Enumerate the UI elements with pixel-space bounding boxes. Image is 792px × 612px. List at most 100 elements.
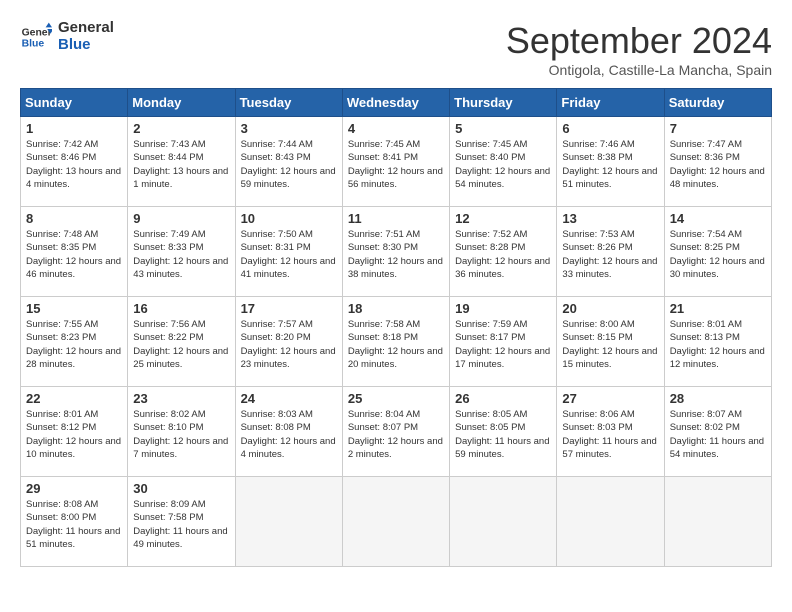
day-info: Sunrise: 8:01 AM Sunset: 8:13 PM Dayligh… [670, 318, 766, 371]
calendar-week-3: 15 Sunrise: 7:55 AM Sunset: 8:23 PM Dayl… [21, 297, 772, 387]
calendar-cell: 25 Sunrise: 8:04 AM Sunset: 8:07 PM Dayl… [342, 387, 449, 477]
day-info: Sunrise: 8:01 AM Sunset: 8:12 PM Dayligh… [26, 408, 122, 461]
day-info: Sunrise: 7:45 AM Sunset: 8:40 PM Dayligh… [455, 138, 551, 191]
day-info: Sunrise: 7:55 AM Sunset: 8:23 PM Dayligh… [26, 318, 122, 371]
calendar-cell: 19 Sunrise: 7:59 AM Sunset: 8:17 PM Dayl… [450, 297, 557, 387]
day-info: Sunrise: 7:49 AM Sunset: 8:33 PM Dayligh… [133, 228, 229, 281]
calendar-title: September 2024 [506, 20, 772, 62]
calendar-cell: 28 Sunrise: 8:07 AM Sunset: 8:02 PM Dayl… [664, 387, 771, 477]
day-info: Sunrise: 8:04 AM Sunset: 8:07 PM Dayligh… [348, 408, 444, 461]
calendar-cell: 20 Sunrise: 8:00 AM Sunset: 8:15 PM Dayl… [557, 297, 664, 387]
calendar-cell: 18 Sunrise: 7:58 AM Sunset: 8:18 PM Dayl… [342, 297, 449, 387]
day-number: 22 [26, 391, 122, 406]
day-info: Sunrise: 7:59 AM Sunset: 8:17 PM Dayligh… [455, 318, 551, 371]
day-info: Sunrise: 7:52 AM Sunset: 8:28 PM Dayligh… [455, 228, 551, 281]
day-info: Sunrise: 8:03 AM Sunset: 8:08 PM Dayligh… [241, 408, 337, 461]
day-number: 2 [133, 121, 229, 136]
day-number: 11 [348, 211, 444, 226]
calendar-week-5: 29 Sunrise: 8:08 AM Sunset: 8:00 PM Dayl… [21, 477, 772, 567]
day-info: Sunrise: 7:54 AM Sunset: 8:25 PM Dayligh… [670, 228, 766, 281]
day-info: Sunrise: 7:46 AM Sunset: 8:38 PM Dayligh… [562, 138, 658, 191]
calendar-week-2: 8 Sunrise: 7:48 AM Sunset: 8:35 PM Dayli… [21, 207, 772, 297]
day-info: Sunrise: 8:05 AM Sunset: 8:05 PM Dayligh… [455, 408, 551, 461]
day-number: 5 [455, 121, 551, 136]
weekday-header-sunday: Sunday [21, 89, 128, 117]
day-info: Sunrise: 7:57 AM Sunset: 8:20 PM Dayligh… [241, 318, 337, 371]
day-info: Sunrise: 8:07 AM Sunset: 8:02 PM Dayligh… [670, 408, 766, 461]
weekday-header-row: SundayMondayTuesdayWednesdayThursdayFrid… [21, 89, 772, 117]
day-number: 23 [133, 391, 229, 406]
calendar-table: SundayMondayTuesdayWednesdayThursdayFrid… [20, 88, 772, 567]
day-number: 19 [455, 301, 551, 316]
calendar-cell: 29 Sunrise: 8:08 AM Sunset: 8:00 PM Dayl… [21, 477, 128, 567]
day-number: 25 [348, 391, 444, 406]
calendar-cell: 15 Sunrise: 7:55 AM Sunset: 8:23 PM Dayl… [21, 297, 128, 387]
weekday-header-monday: Monday [128, 89, 235, 117]
weekday-header-saturday: Saturday [664, 89, 771, 117]
svg-text:Blue: Blue [22, 38, 45, 49]
calendar-cell [557, 477, 664, 567]
calendar-cell: 30 Sunrise: 8:09 AM Sunset: 7:58 PM Dayl… [128, 477, 235, 567]
day-info: Sunrise: 7:56 AM Sunset: 8:22 PM Dayligh… [133, 318, 229, 371]
calendar-body: 1 Sunrise: 7:42 AM Sunset: 8:46 PM Dayli… [21, 117, 772, 567]
weekday-header-tuesday: Tuesday [235, 89, 342, 117]
day-number: 8 [26, 211, 122, 226]
day-info: Sunrise: 7:43 AM Sunset: 8:44 PM Dayligh… [133, 138, 229, 191]
calendar-cell: 23 Sunrise: 8:02 AM Sunset: 8:10 PM Dayl… [128, 387, 235, 477]
calendar-cell [450, 477, 557, 567]
calendar-cell [235, 477, 342, 567]
day-number: 16 [133, 301, 229, 316]
weekday-header-friday: Friday [557, 89, 664, 117]
calendar-cell: 4 Sunrise: 7:45 AM Sunset: 8:41 PM Dayli… [342, 117, 449, 207]
calendar-cell: 2 Sunrise: 7:43 AM Sunset: 8:44 PM Dayli… [128, 117, 235, 207]
day-number: 20 [562, 301, 658, 316]
calendar-cell: 17 Sunrise: 7:57 AM Sunset: 8:20 PM Dayl… [235, 297, 342, 387]
calendar-week-1: 1 Sunrise: 7:42 AM Sunset: 8:46 PM Dayli… [21, 117, 772, 207]
weekday-header-wednesday: Wednesday [342, 89, 449, 117]
page-header: General Blue General Blue September 2024… [20, 20, 772, 78]
calendar-cell: 7 Sunrise: 7:47 AM Sunset: 8:36 PM Dayli… [664, 117, 771, 207]
day-number: 9 [133, 211, 229, 226]
day-number: 1 [26, 121, 122, 136]
calendar-cell: 10 Sunrise: 7:50 AM Sunset: 8:31 PM Dayl… [235, 207, 342, 297]
calendar-cell: 11 Sunrise: 7:51 AM Sunset: 8:30 PM Dayl… [342, 207, 449, 297]
calendar-cell: 6 Sunrise: 7:46 AM Sunset: 8:38 PM Dayli… [557, 117, 664, 207]
day-number: 6 [562, 121, 658, 136]
day-info: Sunrise: 8:02 AM Sunset: 8:10 PM Dayligh… [133, 408, 229, 461]
day-info: Sunrise: 7:48 AM Sunset: 8:35 PM Dayligh… [26, 228, 122, 281]
day-number: 14 [670, 211, 766, 226]
logo-blue: Blue [58, 37, 114, 54]
calendar-cell: 16 Sunrise: 7:56 AM Sunset: 8:22 PM Dayl… [128, 297, 235, 387]
day-number: 18 [348, 301, 444, 316]
day-number: 3 [241, 121, 337, 136]
day-number: 28 [670, 391, 766, 406]
calendar-cell: 24 Sunrise: 8:03 AM Sunset: 8:08 PM Dayl… [235, 387, 342, 477]
day-number: 7 [670, 121, 766, 136]
weekday-header-thursday: Thursday [450, 89, 557, 117]
calendar-subtitle: Ontigola, Castille-La Mancha, Spain [506, 62, 772, 78]
day-number: 21 [670, 301, 766, 316]
calendar-cell: 13 Sunrise: 7:53 AM Sunset: 8:26 PM Dayl… [557, 207, 664, 297]
title-area: September 2024 Ontigola, Castille-La Man… [506, 20, 772, 78]
day-number: 26 [455, 391, 551, 406]
day-info: Sunrise: 7:44 AM Sunset: 8:43 PM Dayligh… [241, 138, 337, 191]
day-number: 4 [348, 121, 444, 136]
day-info: Sunrise: 7:45 AM Sunset: 8:41 PM Dayligh… [348, 138, 444, 191]
calendar-cell: 5 Sunrise: 7:45 AM Sunset: 8:40 PM Dayli… [450, 117, 557, 207]
logo-icon: General Blue [20, 21, 52, 53]
day-info: Sunrise: 7:50 AM Sunset: 8:31 PM Dayligh… [241, 228, 337, 281]
day-info: Sunrise: 8:00 AM Sunset: 8:15 PM Dayligh… [562, 318, 658, 371]
calendar-cell: 1 Sunrise: 7:42 AM Sunset: 8:46 PM Dayli… [21, 117, 128, 207]
calendar-cell: 3 Sunrise: 7:44 AM Sunset: 8:43 PM Dayli… [235, 117, 342, 207]
day-number: 13 [562, 211, 658, 226]
calendar-cell: 8 Sunrise: 7:48 AM Sunset: 8:35 PM Dayli… [21, 207, 128, 297]
calendar-cell [664, 477, 771, 567]
day-number: 17 [241, 301, 337, 316]
calendar-cell [342, 477, 449, 567]
calendar-cell: 9 Sunrise: 7:49 AM Sunset: 8:33 PM Dayli… [128, 207, 235, 297]
calendar-cell: 27 Sunrise: 8:06 AM Sunset: 8:03 PM Dayl… [557, 387, 664, 477]
day-info: Sunrise: 7:47 AM Sunset: 8:36 PM Dayligh… [670, 138, 766, 191]
day-number: 15 [26, 301, 122, 316]
day-number: 10 [241, 211, 337, 226]
calendar-week-4: 22 Sunrise: 8:01 AM Sunset: 8:12 PM Dayl… [21, 387, 772, 477]
